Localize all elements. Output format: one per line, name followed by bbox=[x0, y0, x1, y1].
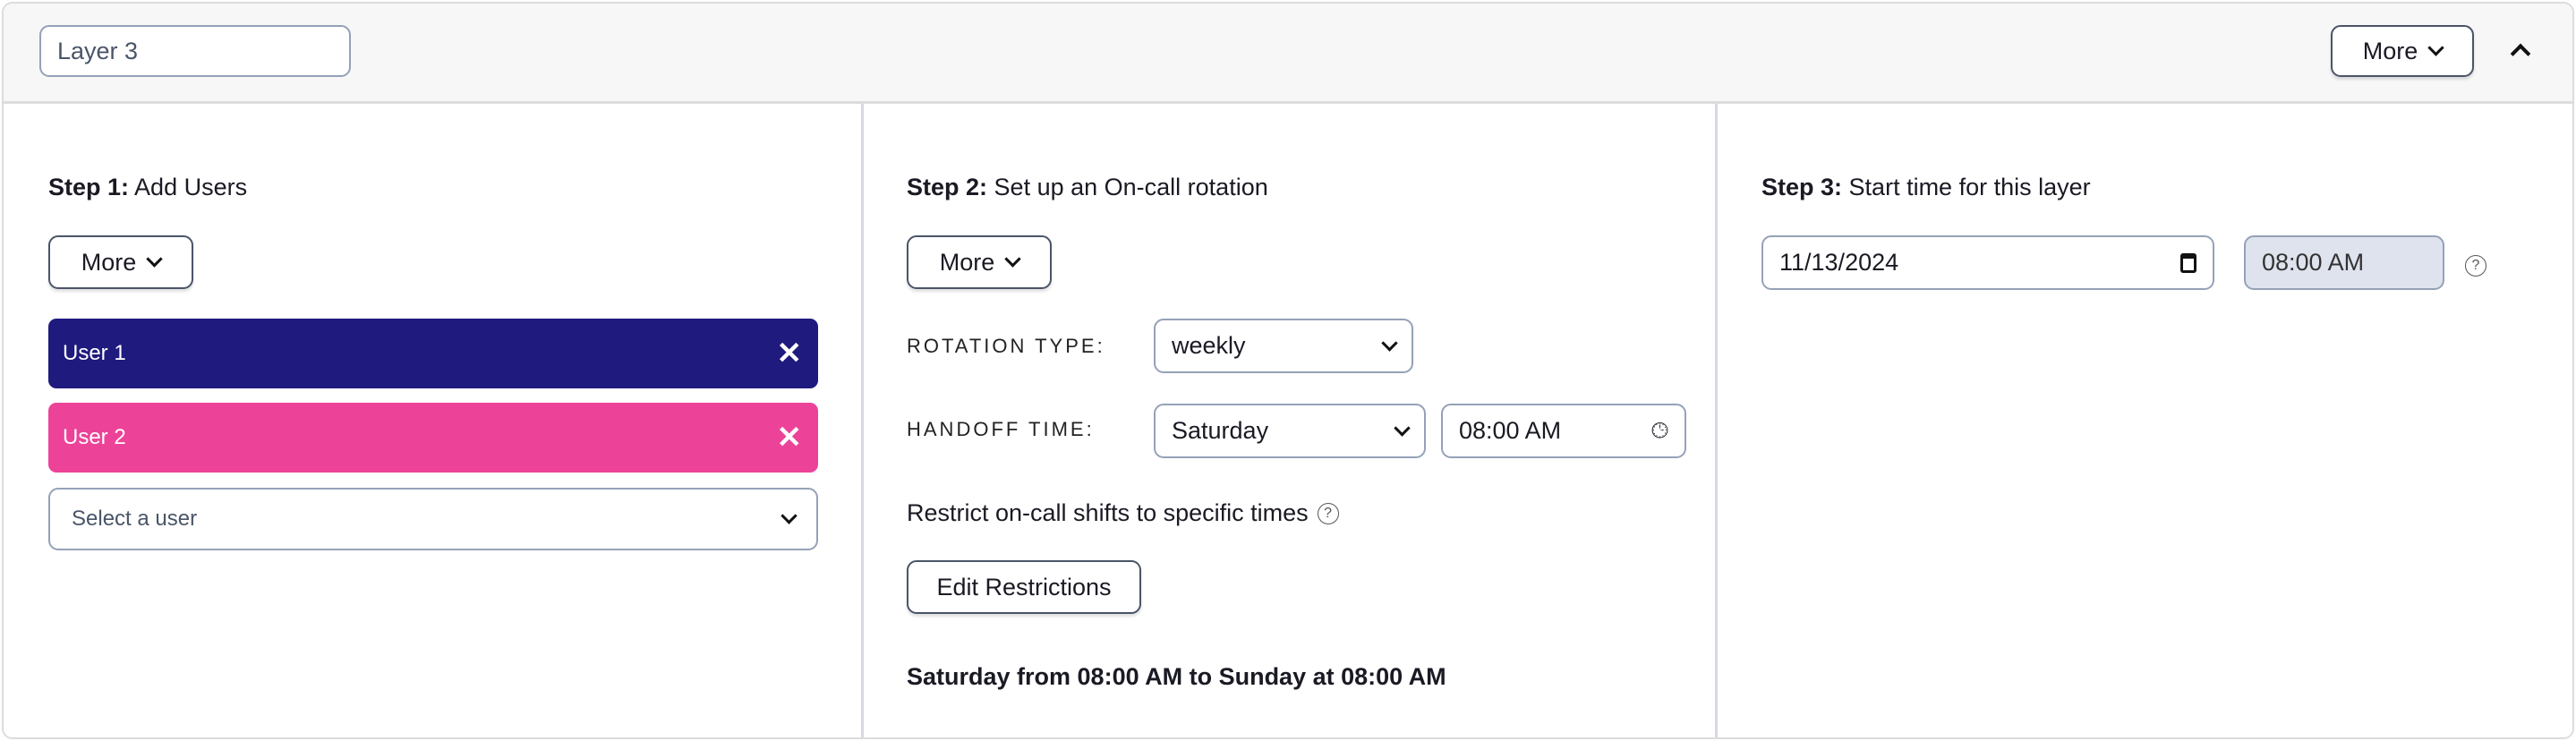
header-more-button[interactable]: More bbox=[2331, 25, 2474, 77]
layer-header: Layer 3 More bbox=[4, 4, 2572, 104]
user-chip: User 2 ✕ bbox=[48, 403, 818, 473]
remove-user-icon[interactable]: ✕ bbox=[777, 420, 803, 456]
handoff-time-input[interactable]: 08:00 AM 🕒︎ bbox=[1441, 404, 1686, 458]
chevron-down-icon bbox=[2427, 39, 2444, 56]
handoff-day-value: Saturday bbox=[1172, 417, 1269, 444]
rotation-summary: Saturday from 08:00 AM to Sunday at 08:0… bbox=[907, 663, 1446, 690]
chevron-down-icon bbox=[780, 507, 798, 524]
step1-prefix: Step 1: bbox=[48, 174, 130, 200]
select-user-dropdown[interactable]: Select a user bbox=[48, 488, 818, 550]
restrict-label: Restrict on-call shifts to specific time… bbox=[907, 499, 1309, 526]
column-divider bbox=[861, 104, 864, 737]
start-date-input[interactable]: 11/13/2024 bbox=[1761, 235, 2214, 290]
calendar-icon[interactable] bbox=[2180, 252, 2196, 273]
help-icon[interactable]: ? bbox=[1317, 502, 1339, 524]
layer-panel: Layer 3 More Step 1: Add Users More User… bbox=[2, 2, 2574, 739]
collapse-chevron-up-icon[interactable] bbox=[2510, 43, 2531, 64]
user-chip: User 1 ✕ bbox=[48, 319, 818, 388]
step3-heading: Step 3: Start time for this layer bbox=[1761, 174, 2091, 201]
chevron-down-icon bbox=[146, 251, 163, 268]
help-icon[interactable]: ? bbox=[2465, 255, 2486, 277]
step3-prefix: Step 3: bbox=[1761, 174, 1843, 200]
more-label: More bbox=[81, 248, 137, 276]
edit-restrictions-button[interactable]: Edit Restrictions bbox=[907, 560, 1141, 614]
step1-title: Add Users bbox=[134, 174, 248, 200]
rotation-type-value: weekly bbox=[1172, 332, 1246, 359]
start-date-value: 11/13/2024 bbox=[1779, 249, 1899, 276]
start-time-input[interactable]: 08:00 AM bbox=[2244, 235, 2444, 290]
step2-title: Set up an On-call rotation bbox=[994, 174, 1268, 200]
step1-more-button[interactable]: More bbox=[48, 235, 193, 289]
step1-heading: Step 1: Add Users bbox=[48, 174, 247, 201]
column-divider bbox=[1715, 104, 1718, 737]
rotation-type-select[interactable]: weekly bbox=[1154, 319, 1413, 373]
handoff-time-value: 08:00 AM bbox=[1459, 417, 1562, 444]
more-label: More bbox=[2362, 37, 2418, 64]
handoff-day-select[interactable]: Saturday bbox=[1154, 404, 1426, 458]
user-name: User 1 bbox=[63, 341, 126, 365]
remove-user-icon[interactable]: ✕ bbox=[777, 336, 803, 371]
step2-more-button[interactable]: More bbox=[907, 235, 1052, 289]
chevron-down-icon bbox=[1381, 334, 1398, 352]
handoff-time-label: HANDOFF TIME: bbox=[907, 418, 1095, 440]
layer-name-input[interactable]: Layer 3 bbox=[39, 25, 351, 77]
chevron-down-icon bbox=[1004, 251, 1021, 268]
step2-heading: Step 2: Set up an On-call rotation bbox=[907, 174, 1268, 201]
user-name: User 2 bbox=[63, 425, 126, 449]
restrict-row: Restrict on-call shifts to specific time… bbox=[907, 499, 1339, 527]
rotation-type-label: ROTATION TYPE: bbox=[907, 335, 1105, 357]
step3-title: Start time for this layer bbox=[1848, 174, 2091, 200]
chevron-down-icon bbox=[1394, 419, 1411, 437]
step2-prefix: Step 2: bbox=[907, 174, 988, 200]
clock-icon[interactable]: 🕒︎ bbox=[1651, 419, 1668, 444]
select-placeholder: Select a user bbox=[72, 507, 198, 531]
more-label: More bbox=[939, 248, 995, 276]
